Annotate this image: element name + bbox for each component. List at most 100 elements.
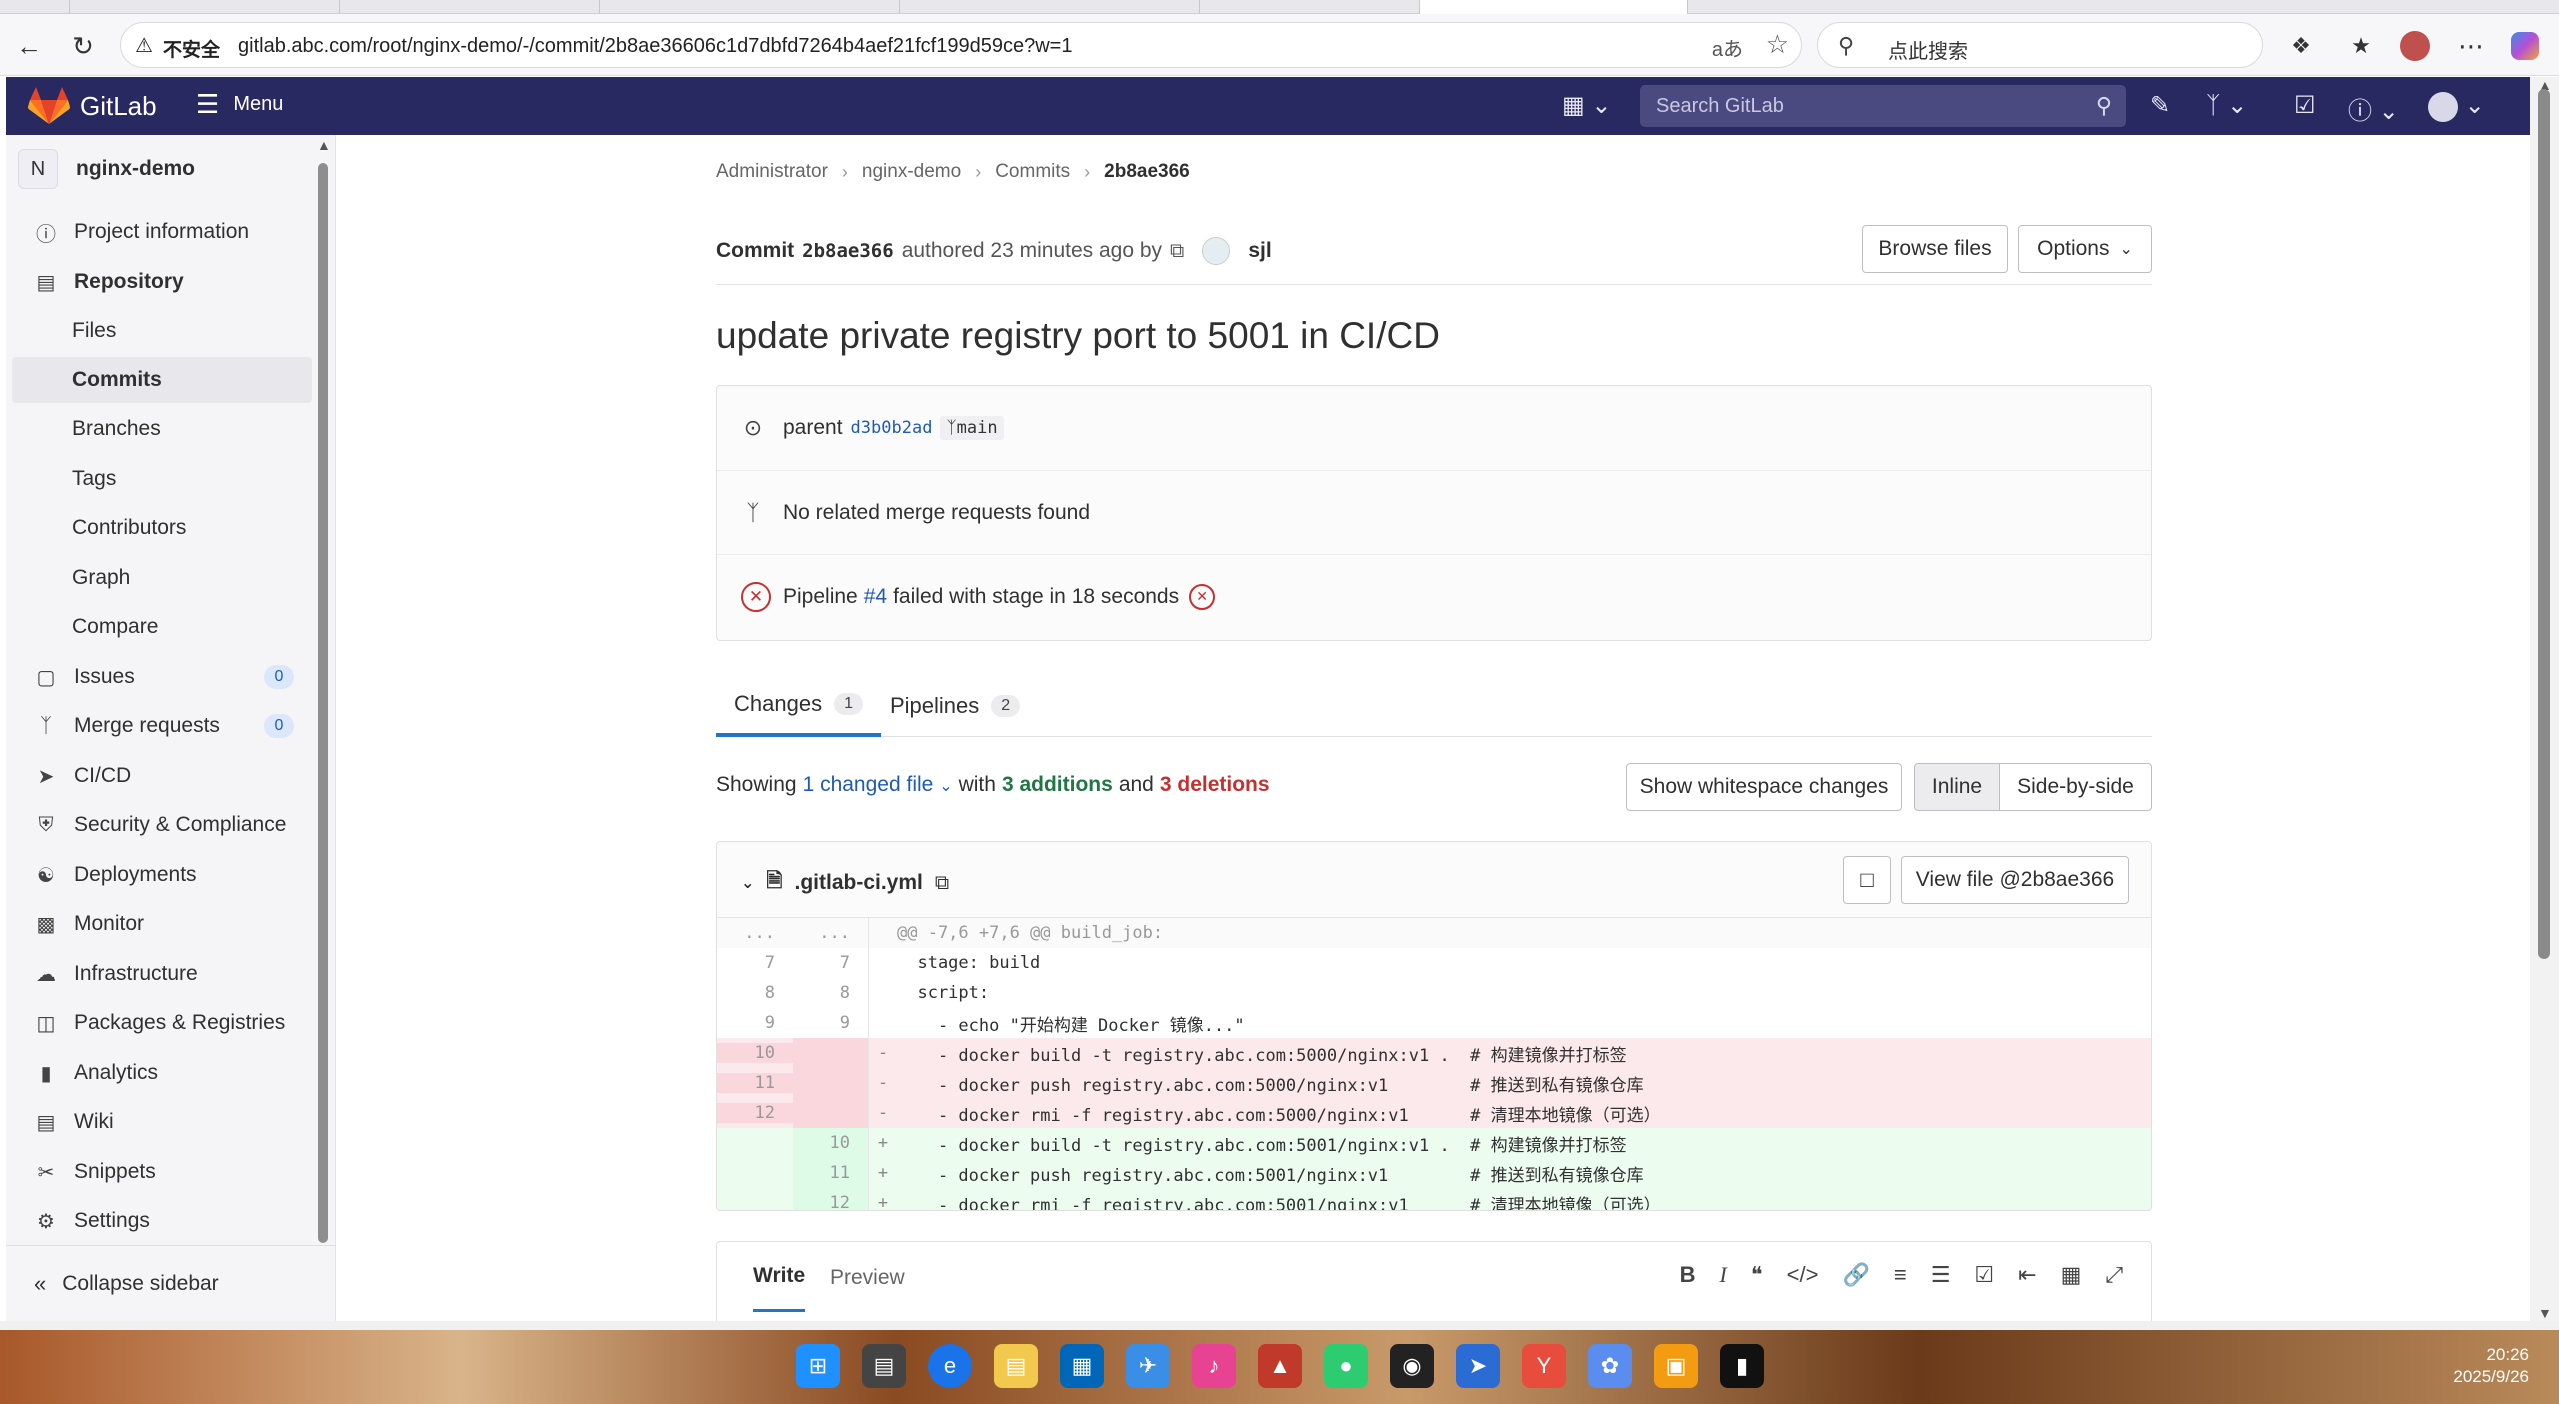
sidebar-scrollbar[interactable]: ▲	[316, 137, 331, 1243]
favorite-star-icon[interactable]: ☆	[1766, 29, 1789, 60]
file-explorer-icon[interactable]: ▤	[862, 1344, 906, 1388]
old-line-number[interactable]: 10	[717, 1043, 793, 1063]
author-name[interactable]: sjl	[1248, 239, 1271, 263]
changed-files-dropdown[interactable]: 1 changed file ⌄	[803, 773, 953, 797]
system-clock[interactable]: 20:26 2025/9/26	[2453, 1344, 2529, 1388]
more-icon[interactable]: ⋯	[2454, 29, 2488, 63]
page-scrollbar[interactable]: ▲ ▼	[2530, 77, 2559, 1321]
pipeline-failed-icon[interactable]: ✕	[741, 581, 771, 612]
browser-tab[interactable]	[0, 0, 70, 14]
breadcrumb-current[interactable]: 2b8ae366	[1104, 161, 1190, 183]
collapse-sidebar-button[interactable]: « Collapse sidebar	[6, 1245, 336, 1321]
options-dropdown[interactable]: Options ⌄	[2018, 225, 2152, 273]
copy-sha-icon[interactable]: ⧉	[1170, 240, 1184, 263]
chevron-down-icon[interactable]: ⌄	[741, 873, 754, 893]
app-icon[interactable]: ▮	[1720, 1344, 1764, 1388]
new-line-number[interactable]: 12	[793, 1188, 869, 1210]
read-aloud-icon[interactable]: aあ	[1712, 33, 1743, 62]
author-avatar[interactable]	[1202, 237, 1231, 265]
gitlab-search-input[interactable]: Search GitLab ⚲	[1640, 85, 2126, 127]
new-line-number[interactable]: 8	[793, 978, 869, 1008]
show-whitespace-button[interactable]: Show whitespace changes	[1626, 763, 1902, 811]
numbered-list-icon[interactable]: ☰	[1931, 1262, 1951, 1288]
copy-path-icon[interactable]: ⧉	[935, 872, 949, 895]
collapsible-icon[interactable]: ⇤	[2018, 1262, 2036, 1288]
browser-tab[interactable]	[600, 0, 900, 14]
old-line-number[interactable]: ...	[717, 923, 793, 943]
breadcrumb-item[interactable]: Commits	[995, 161, 1070, 183]
help-icon[interactable]: ⓘ ⌄	[2348, 91, 2399, 126]
sidebar-item-packages-registries[interactable]: ◫ Packages & Registries	[12, 1000, 312, 1046]
browser-tab[interactable]	[900, 0, 1200, 14]
italic-icon[interactable]: I	[1719, 1262, 1726, 1288]
create-new-icon[interactable]: ▦ ⌄	[1562, 91, 1611, 120]
app-icon[interactable]: ✿	[1588, 1344, 1632, 1388]
gitlab-brand[interactable]: GitLab	[80, 91, 157, 122]
mail-icon[interactable]: ✈	[1126, 1344, 1170, 1388]
app-icon[interactable]: ♪	[1192, 1344, 1236, 1388]
browser-tab[interactable]	[1200, 0, 1420, 14]
preview-tab[interactable]: Preview	[830, 1266, 905, 1290]
sidebar-item-security-compliance[interactable]: ⛨ Security & Compliance	[12, 802, 312, 848]
project-header[interactable]: N nginx-demo	[18, 149, 195, 189]
breadcrumb-item[interactable]: Administrator	[716, 161, 828, 183]
scroll-down-icon[interactable]: ▼	[2538, 1305, 2552, 1321]
pipeline-link[interactable]: #4	[864, 585, 887, 609]
sidebar-item-compare[interactable]: Compare	[12, 604, 312, 650]
new-line-number[interactable]	[793, 1038, 869, 1068]
copilot-icon[interactable]	[2508, 29, 2542, 63]
sidebar-item-snippets[interactable]: ✂ Snippets	[12, 1149, 312, 1195]
sidebar-item-repository[interactable]: ▤ Repository	[12, 259, 312, 305]
sidebar-item-graph[interactable]: Graph	[12, 555, 312, 601]
app-icon[interactable]: ▣	[1654, 1344, 1698, 1388]
new-line-number[interactable]: 11	[793, 1158, 869, 1188]
comment-toggle-button[interactable]: □	[1843, 856, 1891, 904]
old-line-number[interactable]: 8	[717, 983, 793, 1003]
code-icon[interactable]: </>	[1787, 1262, 1819, 1288]
menu-button[interactable]: ☰ Menu	[196, 91, 283, 117]
inline-view-button[interactable]: Inline	[1914, 763, 2000, 811]
quote-icon[interactable]: ❝	[1751, 1262, 1763, 1288]
link-icon[interactable]: 🔗	[1842, 1262, 1869, 1288]
sidebar-item-issues[interactable]: ▢ Issues 0	[12, 654, 312, 700]
old-line-number[interactable]: 11	[717, 1073, 793, 1093]
bullet-list-icon[interactable]: ≡	[1894, 1262, 1907, 1288]
app-icon[interactable]: Y	[1522, 1344, 1566, 1388]
stage-failed-icon[interactable]: ✕	[1189, 583, 1216, 610]
sidebar-item-merge-requests[interactable]: ᛉ Merge requests 0	[12, 703, 312, 749]
fullscreen-icon[interactable]: ⤢	[2105, 1262, 2123, 1288]
parent-sha-link[interactable]: d3b0b2ad	[851, 418, 933, 438]
breadcrumb-item[interactable]: nginx-demo	[862, 161, 961, 183]
browser-tab[interactable]	[70, 0, 340, 14]
extensions-icon[interactable]: ❖	[2284, 29, 2318, 63]
view-file-button[interactable]: View file @2b8ae366	[1901, 856, 2129, 904]
sidebar-item-deployments[interactable]: ☯ Deployments	[12, 852, 312, 898]
profile-avatar[interactable]	[2398, 29, 2432, 63]
file-name[interactable]: .gitlab-ci.yml	[795, 871, 923, 895]
new-line-number[interactable]: 7	[793, 948, 869, 978]
sidebar-item-tags[interactable]: Tags	[12, 456, 312, 502]
write-tab[interactable]: Write	[753, 1242, 806, 1312]
app-icon[interactable]: ➤	[1456, 1344, 1500, 1388]
task-list-icon[interactable]: ☑	[1974, 1262, 1994, 1288]
favorites-icon[interactable]: ★	[2344, 29, 2378, 63]
sidebar-item-ci-cd[interactable]: ➤ CI/CD	[12, 753, 312, 799]
user-avatar[interactable]: ⌄	[2428, 91, 2485, 122]
sidebar-scrollbar-thumb[interactable]	[318, 163, 328, 1243]
folder-icon[interactable]: ▤	[994, 1344, 1038, 1388]
old-line-number[interactable]: 12	[717, 1103, 793, 1123]
todos-icon[interactable]: ☑	[2294, 91, 2316, 120]
sidebar-item-contributors[interactable]: Contributors	[12, 505, 312, 551]
qq-icon[interactable]: ◉	[1390, 1344, 1434, 1388]
branch-tag[interactable]: ᛉmain	[940, 416, 1004, 440]
new-line-number[interactable]	[793, 1098, 869, 1128]
reload-icon[interactable]: ↻	[66, 29, 100, 63]
sidebar-item-analytics[interactable]: ▮ Analytics	[12, 1050, 312, 1096]
edge-browser-icon[interactable]: e	[928, 1344, 972, 1388]
sidebar-item-settings[interactable]: ⚙ Settings	[12, 1198, 312, 1244]
sidebar-item-files[interactable]: Files	[12, 308, 312, 354]
sidebar-item-monitor[interactable]: ▩ Monitor	[12, 901, 312, 947]
bold-icon[interactable]: B	[1680, 1262, 1696, 1288]
sidebar-item-commits[interactable]: Commits	[12, 357, 312, 403]
new-line-number[interactable]: ...	[793, 918, 869, 948]
